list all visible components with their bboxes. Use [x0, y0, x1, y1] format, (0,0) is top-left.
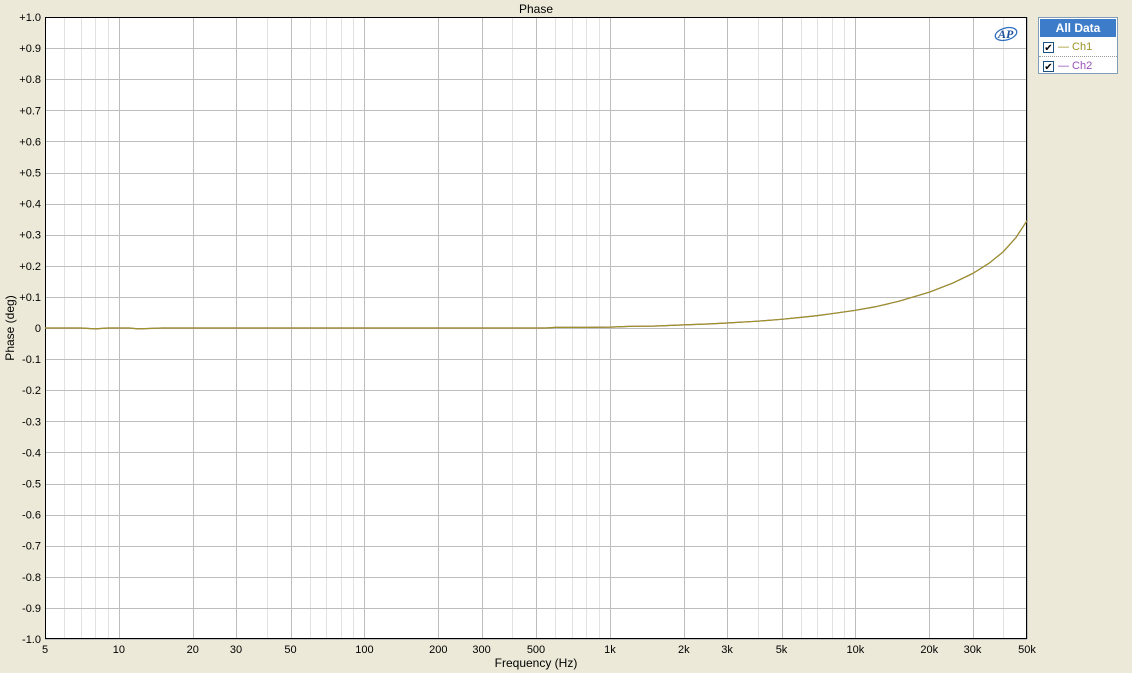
y-tick-label: +0.9	[19, 43, 41, 55]
x-tick-label: 30	[230, 644, 242, 656]
svg-text:AP: AP	[997, 27, 1014, 41]
y-tick-label: -0.1	[22, 354, 41, 366]
x-tick-label: 50k	[1018, 644, 1036, 656]
y-axis-label: Phase (deg)	[3, 295, 17, 360]
y-tick-label: +0.8	[19, 74, 41, 86]
y-tick-label: -0.6	[22, 510, 41, 522]
ap-logo-icon: AP	[994, 26, 1018, 42]
ch1-checkbox[interactable]: ✔	[1043, 41, 1054, 54]
ch2-checkbox[interactable]: ✔	[1043, 60, 1054, 73]
x-tick-label: 5	[42, 644, 48, 656]
x-tick-label: 5k	[776, 644, 788, 656]
legend-item-ch2[interactable]: ✔ — Ch2	[1039, 56, 1117, 75]
x-tick-label: 10	[113, 644, 125, 656]
phase-chart: Phase 5 10 20 30 50 100 200 300 500 1k 2k 3k 5k 10k 20…	[3, 2, 1036, 670]
y-tick-label: +0.2	[19, 261, 41, 273]
x-tick-label: 2k	[678, 644, 690, 656]
x-tick-label: 200	[429, 644, 447, 656]
x-tick-label: 20	[187, 644, 199, 656]
ch2-label: — Ch2	[1058, 60, 1093, 72]
x-tick-label: 3k	[721, 644, 733, 656]
y-tick-label: -0.7	[22, 541, 41, 553]
y-tick-label: -0.8	[22, 572, 41, 584]
x-tick-label: 300	[472, 644, 490, 656]
y-tick-label: -0.9	[22, 603, 41, 615]
x-tick-label: 50	[284, 644, 296, 656]
y-tick-label: -0.4	[22, 447, 41, 459]
y-tick-label: -1.0	[22, 634, 41, 646]
legend-panel: All Data ✔ — Ch1 ✔ — Ch2	[1038, 17, 1118, 74]
y-tick-label: -0.3	[22, 416, 41, 428]
y-tick-label: +1.0	[19, 12, 41, 24]
x-tick-label: 100	[355, 644, 373, 656]
y-tick-label: -0.5	[22, 479, 41, 491]
y-tick-label: +0.3	[19, 230, 41, 242]
y-tick-label: +0.7	[19, 105, 41, 117]
y-tick-label: -0.2	[22, 385, 41, 397]
x-tick-label: 20k	[920, 644, 938, 656]
y-tick-label: +0.4	[19, 199, 41, 211]
x-axis-label: Frequency (Hz)	[495, 656, 578, 670]
y-axis-ticks: +1.0 +0.9 +0.8 +0.7 +0.6 +0.5 +0.4 +0.3 +0.2 +0.1…	[19, 12, 41, 646]
chart-title: Phase	[519, 2, 553, 16]
legend-item-ch1[interactable]: ✔ — Ch1	[1039, 38, 1117, 56]
y-tick-label: 0	[35, 323, 41, 335]
x-tick-label: 30k	[964, 644, 982, 656]
x-tick-label: 1k	[604, 644, 616, 656]
x-tick-label: 10k	[847, 644, 865, 656]
ch1-label: — Ch1	[1058, 41, 1093, 53]
y-tick-label: +0.1	[19, 292, 41, 304]
x-tick-label: 500	[527, 644, 545, 656]
x-axis-ticks: 5 10 20 30 50 100 200 300 500 1k 2k 3k 5k 10k 20k 30k 50…	[42, 644, 1036, 656]
y-tick-label: +0.6	[19, 136, 41, 148]
legend-header[interactable]: All Data	[1040, 19, 1116, 37]
y-tick-label: +0.5	[19, 168, 41, 180]
